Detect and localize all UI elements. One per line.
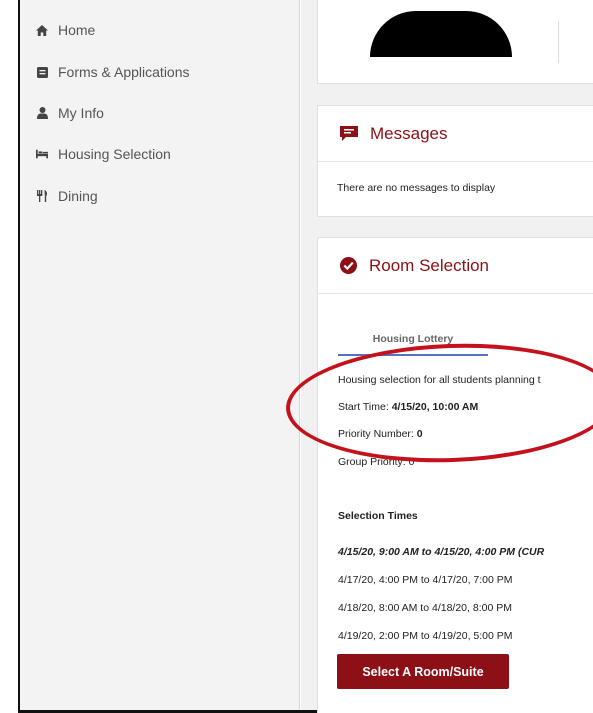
messages-empty-text: There are no messages to display: [337, 182, 496, 194]
message-icon: [340, 125, 358, 141]
messages-title: Messages: [370, 123, 448, 143]
room-selection-card: Room Selection Housing Lottery Housing s…: [317, 237, 593, 713]
home-icon: [36, 24, 48, 36]
messages-card: Messages There are no messages to displa…: [317, 105, 593, 217]
sidebar-item-dining[interactable]: Dining ›: [20, 178, 308, 214]
selection-time-row: 4/19/20, 2:00 PM to 4/19/20, 5:00 PM: [338, 630, 513, 642]
tab-housing-lottery[interactable]: Housing Lottery: [338, 328, 488, 356]
user-icon: [36, 107, 48, 119]
sidebar-item-forms[interactable]: Forms & Applications ›: [20, 54, 308, 90]
start-time-value: 4/15/20, 10:00 AM: [391, 401, 479, 413]
housing-intro-text: Housing selection for all students plann…: [338, 374, 541, 386]
room-selection-header: Room Selection: [318, 238, 593, 294]
group-priority: Group Priority: 0: [338, 456, 415, 468]
sidebar-item-label: Dining: [58, 188, 98, 204]
start-time: Start Time: 4/15/20, 10:00 AM: [338, 401, 478, 413]
sidebar: Home Forms & Applications › My Info › Ho…: [20, 0, 308, 710]
form-icon: [36, 66, 48, 78]
redacted-avatar: [370, 11, 512, 57]
utensils-icon: [36, 190, 48, 202]
room-selection-title: Room Selection: [369, 255, 490, 275]
bed-icon: [36, 148, 48, 160]
selection-time-row: 4/17/20, 4:00 PM to 4/17/20, 7:00 PM: [338, 574, 513, 586]
sidebar-item-label: Housing Selection: [58, 146, 171, 162]
sidebar-item-label: My Info: [58, 105, 104, 121]
divider: [558, 21, 559, 63]
selection-time-row: 4/18/20, 8:00 AM to 4/18/20, 8:00 PM: [338, 602, 512, 614]
sidebar-item-housing-selection[interactable]: Housing Selection ›: [20, 136, 308, 172]
messages-header: Messages: [318, 106, 593, 162]
check-circle-icon: [340, 257, 357, 274]
selection-time-current: 4/15/20, 9:00 AM to 4/15/20, 4:00 PM (CU…: [338, 546, 545, 558]
priority-value: 0: [416, 428, 423, 440]
priority-number: Priority Number: 0: [338, 428, 423, 440]
sidebar-item-home[interactable]: Home: [20, 12, 300, 48]
main-content: Messages There are no messages to displa…: [301, 0, 593, 713]
selection-times-heading: Selection Times: [338, 510, 418, 522]
sidebar-item-label: Home: [58, 22, 96, 38]
select-room-button[interactable]: Select A Room/Suite: [337, 654, 509, 689]
sidebar-item-label: Forms & Applications: [58, 64, 190, 80]
start-time-label: Start Time:: [338, 401, 389, 413]
priority-label: Priority Number:: [338, 428, 414, 440]
sidebar-item-my-info[interactable]: My Info ›: [20, 95, 308, 131]
profile-card: [317, 0, 593, 84]
